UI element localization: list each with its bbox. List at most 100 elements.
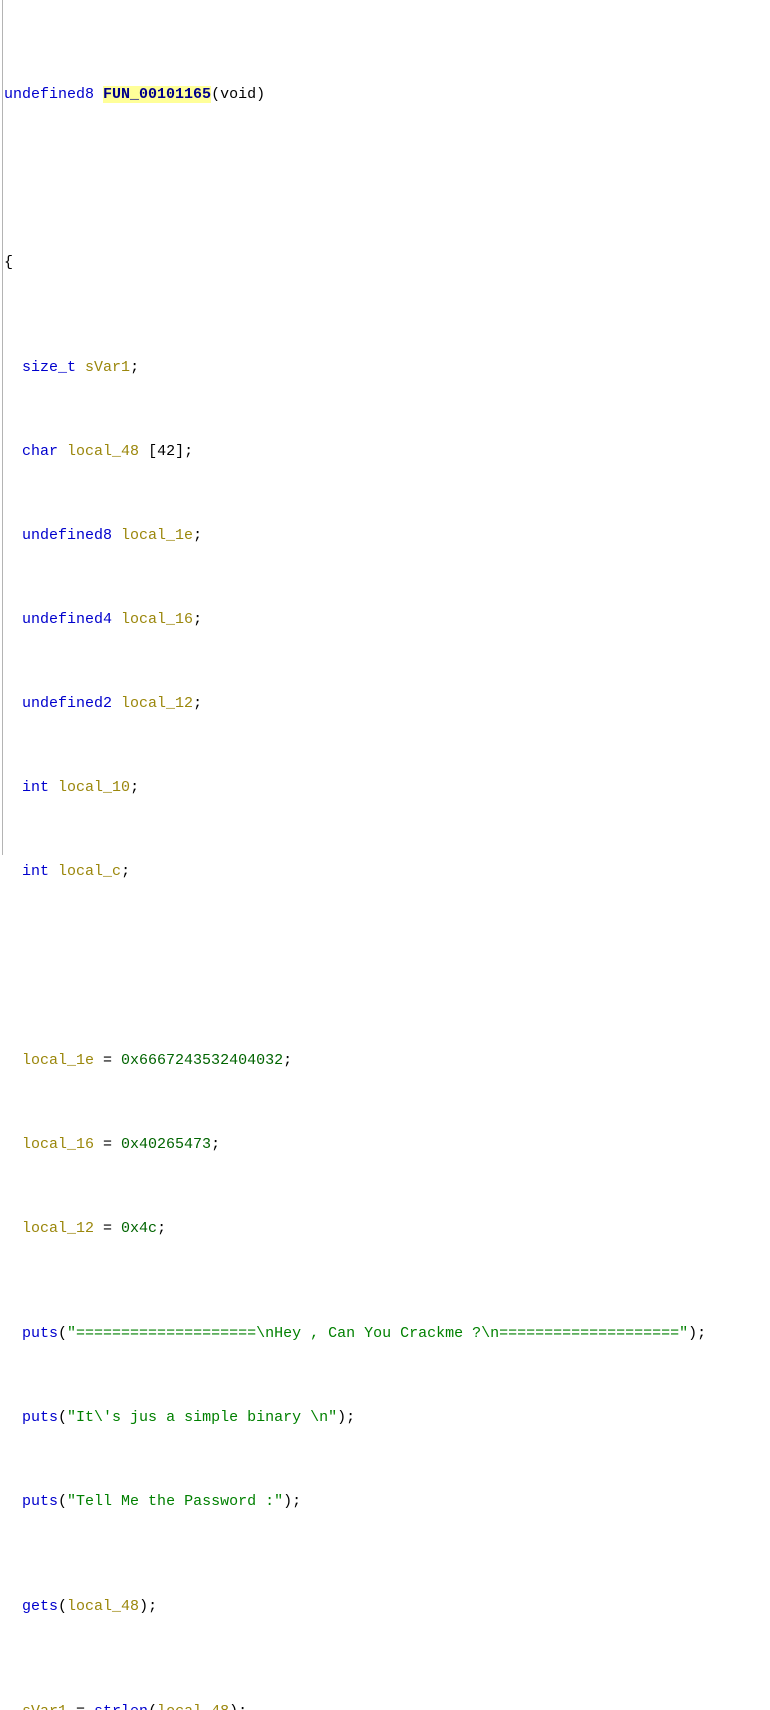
function-args: (void): [211, 86, 266, 103]
decl-space: [112, 611, 121, 628]
gets-call[interactable]: gets: [22, 1598, 58, 1615]
declaration-line[interactable]: undefined8 local_1e;: [4, 525, 770, 546]
puts-string[interactable]: "Tell Me the Password :": [67, 1493, 283, 1510]
decl-type: int: [22, 863, 50, 880]
decl-space: [76, 359, 85, 376]
declaration-line[interactable]: char local_48 [42];: [4, 441, 770, 462]
assign-op: =: [94, 1220, 122, 1237]
decl-type: int: [22, 779, 50, 796]
decl-tail: [42];: [139, 443, 194, 460]
open-brace: {: [4, 254, 14, 271]
declaration-line[interactable]: undefined2 local_12;: [4, 693, 770, 714]
assign-value[interactable]: 0x4c: [121, 1220, 157, 1237]
decl-var[interactable]: local_c: [58, 863, 121, 880]
decl-tail: ;: [193, 527, 203, 544]
assign-value[interactable]: 0x6667243532404032: [121, 1052, 283, 1069]
strlen-arg[interactable]: local_48: [157, 1703, 229, 1710]
decl-tail: ;: [130, 779, 140, 796]
assign-op: =: [67, 1703, 94, 1710]
open-paren: (: [58, 1325, 68, 1342]
function-name[interactable]: FUN_00101165: [103, 86, 212, 103]
assign-op: =: [94, 1136, 122, 1153]
puts-string[interactable]: "It\'s jus a simple binary \n": [67, 1409, 337, 1426]
assign-tail: ;: [211, 1136, 221, 1153]
close-paren: );: [337, 1409, 356, 1426]
decl-var[interactable]: local_10: [58, 779, 130, 796]
close-paren: );: [688, 1325, 707, 1342]
signature-space: [94, 86, 103, 103]
assign-tail: ;: [157, 1220, 167, 1237]
function-signature-line[interactable]: undefined8 FUN_00101165(void): [4, 84, 770, 105]
gets-arg[interactable]: local_48: [67, 1598, 139, 1615]
decl-space: [112, 527, 121, 544]
close-paren: );: [229, 1703, 247, 1710]
decl-space: [49, 863, 58, 880]
assignment-line[interactable]: local_1e = 0x6667243532404032;: [4, 1050, 770, 1071]
open-paren: (: [58, 1493, 68, 1510]
strlen-call[interactable]: strlen: [94, 1703, 148, 1710]
decl-space: [49, 779, 58, 796]
assignment-line[interactable]: local_16 = 0x40265473;: [4, 1134, 770, 1155]
decl-type: undefined4: [22, 611, 113, 628]
gets-line[interactable]: gets(local_48);: [4, 1596, 770, 1617]
return-type: undefined8: [4, 86, 95, 103]
decl-var[interactable]: local_1e: [121, 527, 193, 544]
decl-var[interactable]: local_12: [121, 695, 193, 712]
decl-type: undefined8: [22, 527, 113, 544]
decl-tail: ;: [130, 359, 140, 376]
assign-value[interactable]: 0x40265473: [121, 1136, 211, 1153]
puts-line[interactable]: puts("Tell Me the Password :");: [4, 1491, 770, 1512]
decompiler-panel[interactable]: undefined8 FUN_00101165(void) { size_t s…: [0, 0, 770, 1710]
puts-call[interactable]: puts: [22, 1493, 58, 1510]
assign-tail: ;: [283, 1052, 293, 1069]
assign-lhs[interactable]: local_1e: [22, 1052, 94, 1069]
assign-lhs[interactable]: local_12: [22, 1220, 94, 1237]
declaration-line[interactable]: int local_10;: [4, 777, 770, 798]
open-paren: (: [148, 1703, 157, 1710]
puts-call[interactable]: puts: [22, 1409, 58, 1426]
decl-tail: ;: [193, 695, 203, 712]
banner-string[interactable]: "====================\nHey , Can You Cra…: [67, 1325, 688, 1342]
close-paren: );: [283, 1493, 302, 1510]
puts-line[interactable]: puts("It\'s jus a simple binary \n");: [4, 1407, 770, 1428]
assign-op: =: [94, 1052, 122, 1069]
gutter-rule: [2, 0, 3, 855]
strlen-lhs[interactable]: sVar1: [22, 1703, 67, 1710]
code-listing[interactable]: undefined8 FUN_00101165(void) { size_t s…: [4, 0, 770, 1710]
decl-type: char: [22, 443, 59, 460]
open-paren: (: [58, 1409, 68, 1426]
open-paren: (: [58, 1598, 68, 1615]
open-brace-line: {: [4, 252, 770, 273]
decl-tail: ;: [193, 611, 203, 628]
decl-space: [112, 695, 121, 712]
decl-type: undefined2: [22, 695, 113, 712]
declaration-line[interactable]: int local_c;: [4, 861, 770, 882]
decl-var[interactable]: sVar1: [85, 359, 130, 376]
assign-lhs[interactable]: local_16: [22, 1136, 94, 1153]
declaration-line[interactable]: undefined4 local_16;: [4, 609, 770, 630]
decl-tail: ;: [121, 863, 131, 880]
decl-var[interactable]: local_16: [121, 611, 193, 628]
decl-var[interactable]: local_48: [67, 443, 139, 460]
strlen-line[interactable]: sVar1 = strlen(local_48);: [4, 1701, 770, 1710]
assignment-line[interactable]: local_12 = 0x4c;: [4, 1218, 770, 1239]
banner-puts-line[interactable]: puts("====================\nHey , Can Yo…: [4, 1323, 770, 1344]
declaration-line[interactable]: size_t sVar1;: [4, 357, 770, 378]
decl-type: size_t: [22, 359, 77, 376]
puts-call[interactable]: puts: [22, 1325, 58, 1342]
